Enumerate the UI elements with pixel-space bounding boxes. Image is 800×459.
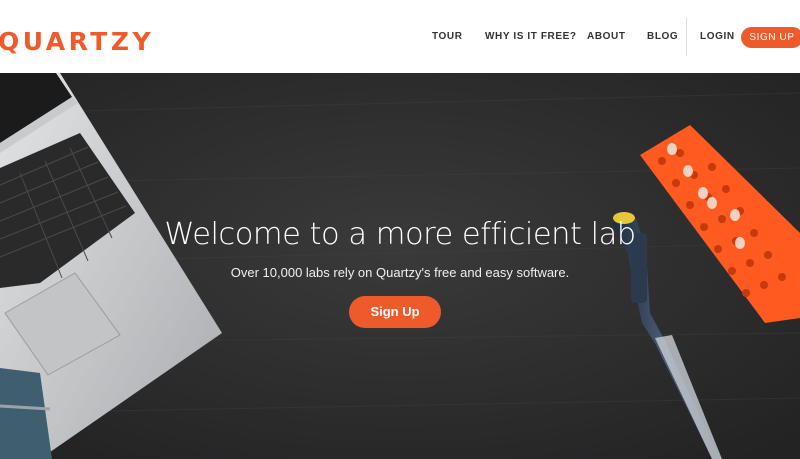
hero-title: Welcome to a more efficient lab (164, 217, 636, 252)
nav-login-link[interactable]: LOGIN (700, 31, 735, 42)
quartzy-logo[interactable]: QUARTZY (0, 28, 154, 56)
hero-signup-button[interactable]: Sign Up (349, 296, 441, 328)
nav-about-link[interactable]: ABOUT (587, 31, 626, 42)
nav-tour-link[interactable]: TOUR (432, 31, 463, 42)
nav-why-free-link[interactable]: WHY IS IT FREE? (485, 31, 577, 42)
nav-divider (686, 18, 687, 56)
nav-blog-link[interactable]: BLOG (647, 31, 678, 42)
site-header: QUARTZY TOUR WHY IS IT FREE? ABOUT BLOG … (0, 0, 800, 73)
hero-section: Welcome to a more efficient lab Over 10,… (0, 73, 800, 459)
hero-subtitle: Over 10,000 labs rely on Quartzy's free … (230, 265, 570, 280)
header-signup-button[interactable]: SIGN UP (741, 27, 800, 48)
